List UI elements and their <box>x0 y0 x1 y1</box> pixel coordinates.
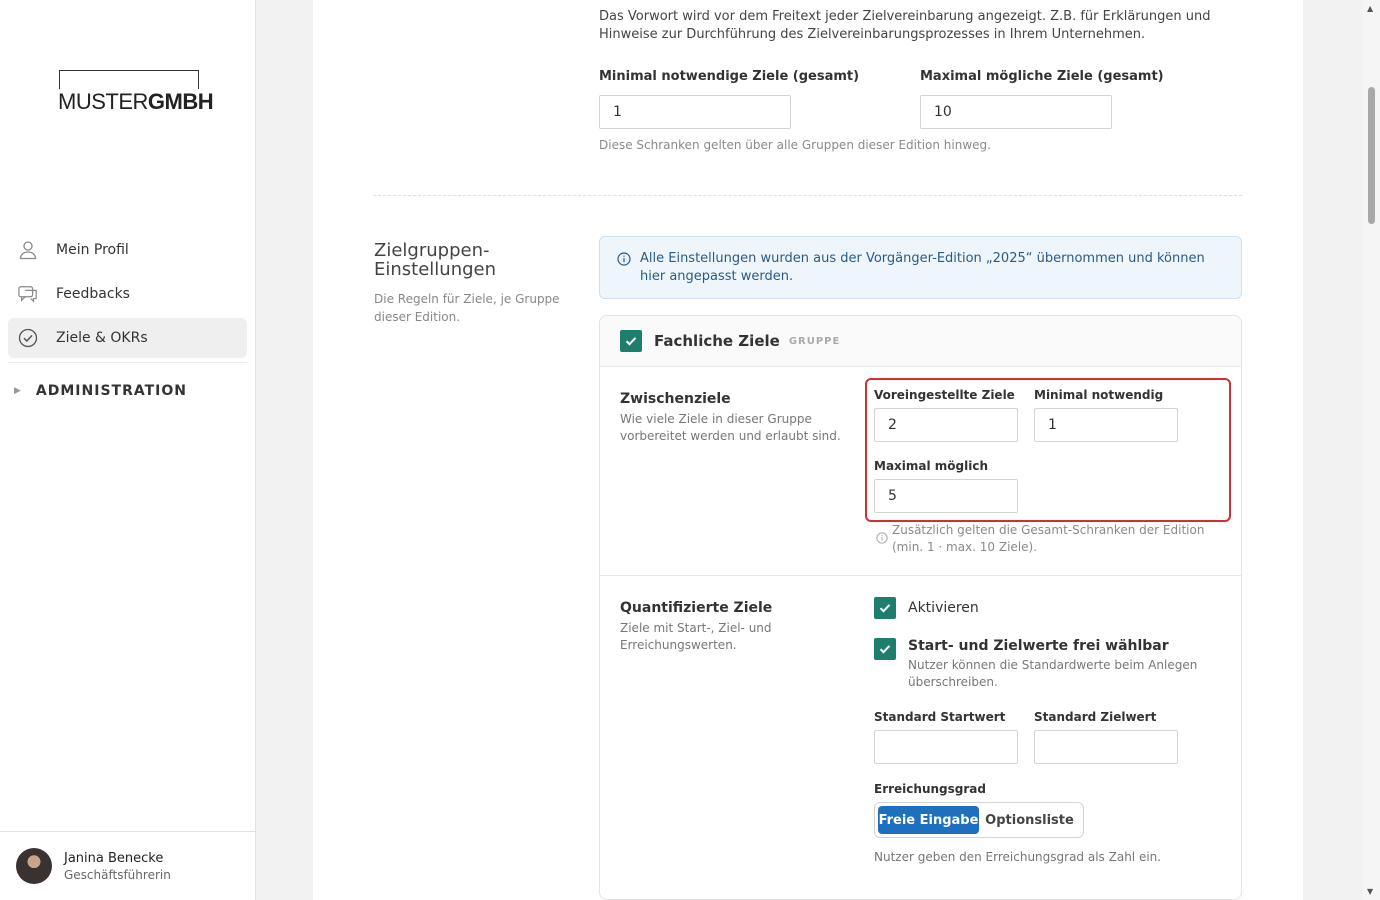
logo-text-bold: GMBH <box>147 89 214 114</box>
group-limits-hint-text: Zusätzlich gelten die Gesamt-Schranken d… <box>892 523 1205 554</box>
user-role: Geschäftsführerin <box>64 867 171 882</box>
section-divider <box>373 195 1242 196</box>
option-freie-eingabe[interactable]: Freie Eingabe <box>878 806 979 834</box>
activate-option: Aktivieren <box>874 597 979 619</box>
achievement-toggle: Freie Eingabe Optionsliste <box>874 802 1084 838</box>
achievement-hint: Nutzer geben den Erreichungsgrad als Zah… <box>874 850 1162 864</box>
nav-item-feedbacks[interactable]: Feedbacks <box>8 274 247 314</box>
info-text: Alle Einstellungen wurden aus der Vorgän… <box>640 251 1205 284</box>
achievement-label: Erreichungsgrad <box>874 782 986 796</box>
zwischenziele-subtitle: Wie viele Ziele in dieser Gruppe vorbere… <box>620 412 841 443</box>
chat-icon <box>18 284 38 304</box>
sidebar: MUSTERGMBH Mein Profil Feedbacks Ziele &… <box>0 0 256 900</box>
nav-divider <box>8 362 247 363</box>
scroll-up-icon[interactable]: ▲ <box>1367 4 1373 13</box>
activate-label: Aktivieren <box>908 600 979 616</box>
free-values-hint: Nutzer können die Standardwerte beim Anl… <box>908 658 1198 689</box>
target-value-input[interactable] <box>1034 730 1178 764</box>
quantified-title: Quantifizierte Ziele <box>620 600 773 616</box>
triangle-right-icon: ▶ <box>14 386 22 396</box>
user-name: Janina Benecke <box>64 850 164 866</box>
quantified-desc: Quantifizierte Ziele Ziele mit Start-, Z… <box>620 600 845 654</box>
nav-label: Ziele & OKRs <box>56 330 148 346</box>
row-divider <box>600 575 1241 576</box>
nav-item-ziele-okrs[interactable]: Ziele & OKRs <box>8 318 247 358</box>
quantified-subtitle: Ziele mit Start-, Ziel- und Erreichungsw… <box>620 621 772 652</box>
check-icon <box>879 645 891 654</box>
nav-section-label: ADMINISTRATION <box>35 383 187 399</box>
total-limits-hint: Diese Schranken gelten über alle Gruppen… <box>599 138 991 152</box>
target-value-label: Standard Zielwert <box>1034 710 1157 724</box>
main-nav: Mein Profil Feedbacks Ziele & OKRs ▶ ADM… <box>8 230 247 407</box>
min-total-input[interactable]: 1 <box>599 95 791 129</box>
info-icon <box>617 252 631 272</box>
check-icon <box>625 337 637 346</box>
user-icon <box>18 240 38 260</box>
activate-checkbox[interactable] <box>874 597 896 619</box>
group-title: Fachliche Ziele <box>654 332 780 350</box>
zwischenziele-desc: Zwischenziele Wie viele Ziele in dieser … <box>620 391 845 445</box>
option-optionsliste[interactable]: Optionsliste <box>979 806 1080 834</box>
user-profile[interactable]: Janina Benecke Geschäftsführerin <box>0 831 255 900</box>
info-banner: Alle Einstellungen wurden aus der Vorgän… <box>599 236 1242 299</box>
max-total-input[interactable]: 10 <box>920 95 1112 129</box>
page-scrollbar[interactable]: ▲ ▼ <box>1363 0 1380 900</box>
max-total-label: Maximal mögliche Ziele (gesamt) <box>920 69 1164 84</box>
check-circle-icon <box>18 328 38 348</box>
company-logo[interactable]: MUSTERGMBH <box>58 70 216 115</box>
nav-label: Feedbacks <box>56 286 130 302</box>
zwischenziele-title: Zwischenziele <box>620 391 731 407</box>
free-values-label: Start- und Zielwerte frei wählbar <box>908 638 1169 654</box>
highlight-box <box>865 378 1231 522</box>
nav-item-mein-profil[interactable]: Mein Profil <box>8 230 247 270</box>
start-value-input[interactable] <box>874 730 1018 764</box>
info-icon <box>876 532 888 548</box>
group-limits-hint: Zusätzlich gelten die Gesamt-Schranken d… <box>876 522 1226 556</box>
group-card-fachliche-ziele: Fachliche Ziele GRUPPE Zwischenziele Wie… <box>599 315 1242 900</box>
check-icon <box>879 604 891 613</box>
section-subtitle: Die Regeln für Ziele, je Gruppe dieser E… <box>374 292 560 324</box>
min-total-label: Minimal notwendige Ziele (gesamt) <box>599 69 860 84</box>
group-badge: GRUPPE <box>788 335 841 347</box>
section-title: Zielgruppen-Einstellungen <box>374 240 497 280</box>
start-value-label: Standard Startwert <box>874 710 1006 724</box>
scroll-down-icon[interactable]: ▼ <box>1367 887 1373 896</box>
main-content: Das Vorwort wird vor dem Freitext jeder … <box>313 0 1303 900</box>
avatar <box>16 848 52 884</box>
free-values-checkbox[interactable] <box>874 638 896 660</box>
preface-description: Das Vorwort wird vor dem Freitext jeder … <box>599 9 1211 42</box>
scroll-thumb[interactable] <box>1368 87 1375 224</box>
logo-text-light: MUSTER <box>58 89 148 114</box>
group-enabled-checkbox[interactable] <box>620 330 642 352</box>
free-values-option: Start- und Zielwerte frei wählbar Nutzer… <box>874 638 1208 691</box>
group-header: Fachliche Ziele GRUPPE <box>600 316 1241 367</box>
nav-section-administration[interactable]: ▶ ADMINISTRATION <box>8 375 247 407</box>
nav-label: Mein Profil <box>56 242 129 258</box>
